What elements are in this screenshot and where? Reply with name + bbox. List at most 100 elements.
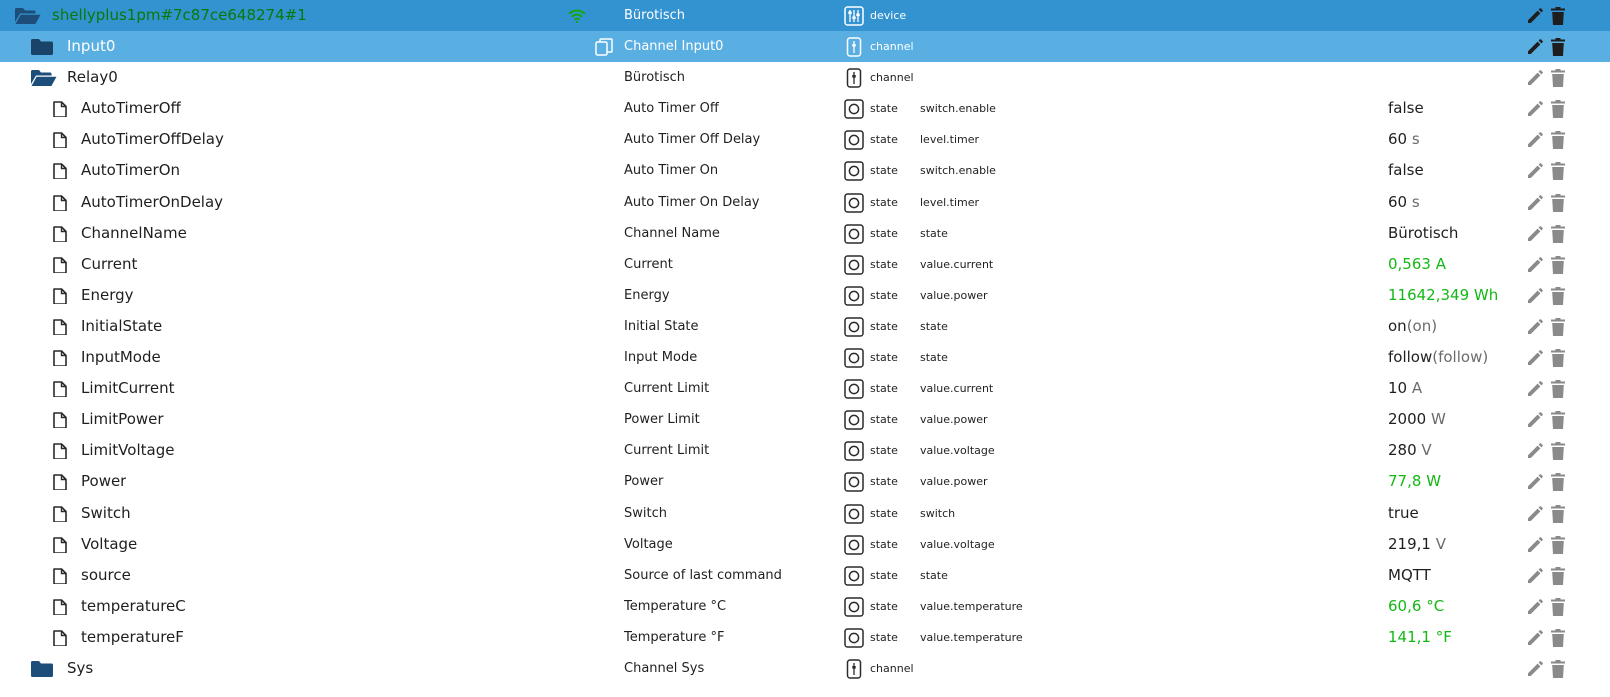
state-value[interactable]: MQTT <box>1388 560 1508 591</box>
state-value[interactable]: 10 A <box>1388 373 1508 404</box>
object-name[interactable]: source <box>81 560 131 591</box>
object-name[interactable]: AutoTimerOff <box>81 93 181 124</box>
object-name[interactable]: LimitVoltage <box>81 435 174 466</box>
tree-row[interactable]: temperatureC Temperature °C state value.tem… <box>0 590 1610 622</box>
state-value[interactable]: on(on) <box>1388 311 1508 342</box>
edit-icon[interactable] <box>1526 536 1544 553</box>
delete-icon[interactable] <box>1551 442 1565 461</box>
edit-icon[interactable] <box>1526 350 1544 366</box>
tree-row[interactable]: InputMode Input Mode state state follow(foll… <box>0 342 1610 374</box>
state-value[interactable]: 219,1 V <box>1388 529 1508 560</box>
delete-icon[interactable] <box>1551 535 1565 554</box>
delete-icon[interactable] <box>1551 597 1565 616</box>
object-name[interactable]: Relay0 <box>67 62 118 93</box>
tree-row[interactable]: Voltage Voltage state value.voltage 219,1 V <box>0 528 1610 560</box>
object-name[interactable]: Input0 <box>67 31 115 62</box>
file-icon[interactable] <box>53 474 67 491</box>
delete-icon[interactable] <box>1551 224 1565 243</box>
delete-icon[interactable] <box>1551 380 1565 399</box>
object-name[interactable]: ChannelName <box>81 218 187 249</box>
tree-row[interactable]: LimitVoltage Current Limit state value.volt… <box>0 435 1610 467</box>
state-value[interactable]: 60,6 °C <box>1388 591 1508 622</box>
edit-icon[interactable] <box>1526 132 1544 148</box>
file-icon[interactable] <box>53 101 67 118</box>
file-icon[interactable] <box>53 350 67 367</box>
object-name[interactable]: AutoTimerOnDelay <box>81 187 223 218</box>
file-icon[interactable] <box>53 412 67 429</box>
object-name[interactable]: temperatureF <box>81 622 184 653</box>
tree-row[interactable]: Relay0 Bürotisch channel <box>0 62 1610 94</box>
delete-icon[interactable] <box>1551 628 1565 647</box>
object-name[interactable]: AutoTimerOn <box>81 155 180 186</box>
object-name[interactable]: temperatureC <box>81 591 186 622</box>
tree-row[interactable]: source Source of last command state state MQ… <box>0 559 1610 591</box>
object-name[interactable]: Switch <box>81 498 131 529</box>
delete-icon[interactable] <box>1551 69 1565 88</box>
tree-row[interactable]: InitialState Initial State state state on(on… <box>0 310 1610 343</box>
tree-row[interactable]: Input0 Channel Input0 channel <box>0 31 1610 63</box>
state-value[interactable]: false <box>1388 155 1508 186</box>
file-icon[interactable] <box>53 536 67 553</box>
delete-icon[interactable] <box>1551 317 1565 336</box>
tree-row[interactable]: Sys Channel Sys channel <box>0 652 1610 685</box>
delete-icon[interactable] <box>1551 100 1565 119</box>
tree-row[interactable]: shellyplus1pm#7c87ce648274#1 Bürotisch dev… <box>0 0 1610 32</box>
edit-icon[interactable] <box>1526 70 1544 86</box>
tree-row[interactable]: Power Power state value.power 77,8 W <box>0 466 1610 498</box>
edit-icon[interactable] <box>1526 8 1544 24</box>
edit-icon[interactable] <box>1526 474 1544 490</box>
state-value[interactable]: 280 V <box>1388 435 1508 466</box>
state-value[interactable]: follow(follow) <box>1388 342 1508 373</box>
edit-icon[interactable] <box>1526 39 1544 55</box>
tree-row[interactable]: AutoTimerOff Auto Timer Off state switch.en… <box>0 93 1610 125</box>
delete-icon[interactable] <box>1551 349 1565 368</box>
file-icon[interactable] <box>53 443 67 460</box>
file-icon[interactable] <box>53 505 67 522</box>
delete-icon[interactable] <box>1551 255 1565 274</box>
edit-icon[interactable] <box>1526 194 1544 211</box>
folder-open-icon[interactable] <box>31 70 57 87</box>
state-value[interactable]: 0,563 A <box>1388 249 1508 280</box>
delete-icon[interactable] <box>1551 162 1565 181</box>
delete-icon[interactable] <box>1551 659 1565 678</box>
folder-open-icon[interactable] <box>15 8 41 24</box>
state-value[interactable]: 11642,349 Wh <box>1388 280 1508 311</box>
folder-icon[interactable] <box>31 39 53 56</box>
tree-row[interactable]: temperatureF Temperature °F state value.tem… <box>0 621 1610 653</box>
file-icon[interactable] <box>53 163 67 180</box>
tree-row[interactable]: LimitPower Power Limit state value.power 200… <box>0 404 1610 436</box>
edit-icon[interactable] <box>1526 567 1544 584</box>
object-name[interactable]: InputMode <box>81 342 161 373</box>
edit-icon[interactable] <box>1526 598 1544 615</box>
delete-icon[interactable] <box>1551 566 1565 585</box>
delete-icon[interactable] <box>1551 7 1565 25</box>
object-name[interactable]: LimitCurrent <box>81 373 175 404</box>
state-value[interactable]: 141,1 °F <box>1388 622 1508 653</box>
delete-icon[interactable] <box>1551 131 1565 150</box>
file-icon[interactable] <box>53 598 67 615</box>
state-value[interactable]: Bürotisch <box>1388 218 1508 249</box>
edit-icon[interactable] <box>1526 256 1544 273</box>
tree-row[interactable]: AutoTimerOffDelay Auto Timer Off Delay sta… <box>0 124 1610 156</box>
object-name[interactable]: LimitPower <box>81 404 164 435</box>
file-icon[interactable] <box>53 630 67 646</box>
tree-row[interactable]: Energy Energy state value.power 11642,349 Wh <box>0 279 1610 311</box>
edit-icon[interactable] <box>1526 443 1544 459</box>
file-icon[interactable] <box>53 319 67 335</box>
edit-icon[interactable] <box>1526 505 1544 522</box>
edit-icon[interactable] <box>1526 319 1544 335</box>
file-icon[interactable] <box>53 194 67 211</box>
object-name[interactable]: shellyplus1pm#7c87ce648274#1 <box>52 0 307 31</box>
object-name[interactable]: Current <box>81 249 137 280</box>
edit-icon[interactable] <box>1526 101 1544 117</box>
delete-icon[interactable] <box>1551 411 1565 430</box>
object-name[interactable]: Voltage <box>81 529 137 560</box>
edit-icon[interactable] <box>1526 163 1544 179</box>
tree-row[interactable]: AutoTimerOn Auto Timer On state switch.enab… <box>0 155 1610 187</box>
tree-row[interactable]: AutoTimerOnDelay Auto Timer On Delay state… <box>0 186 1610 218</box>
tree-row[interactable]: Switch Switch state switch true <box>0 497 1610 529</box>
delete-icon[interactable] <box>1551 286 1565 305</box>
object-name[interactable]: InitialState <box>81 311 162 342</box>
edit-icon[interactable] <box>1526 661 1544 677</box>
file-icon[interactable] <box>53 132 67 149</box>
